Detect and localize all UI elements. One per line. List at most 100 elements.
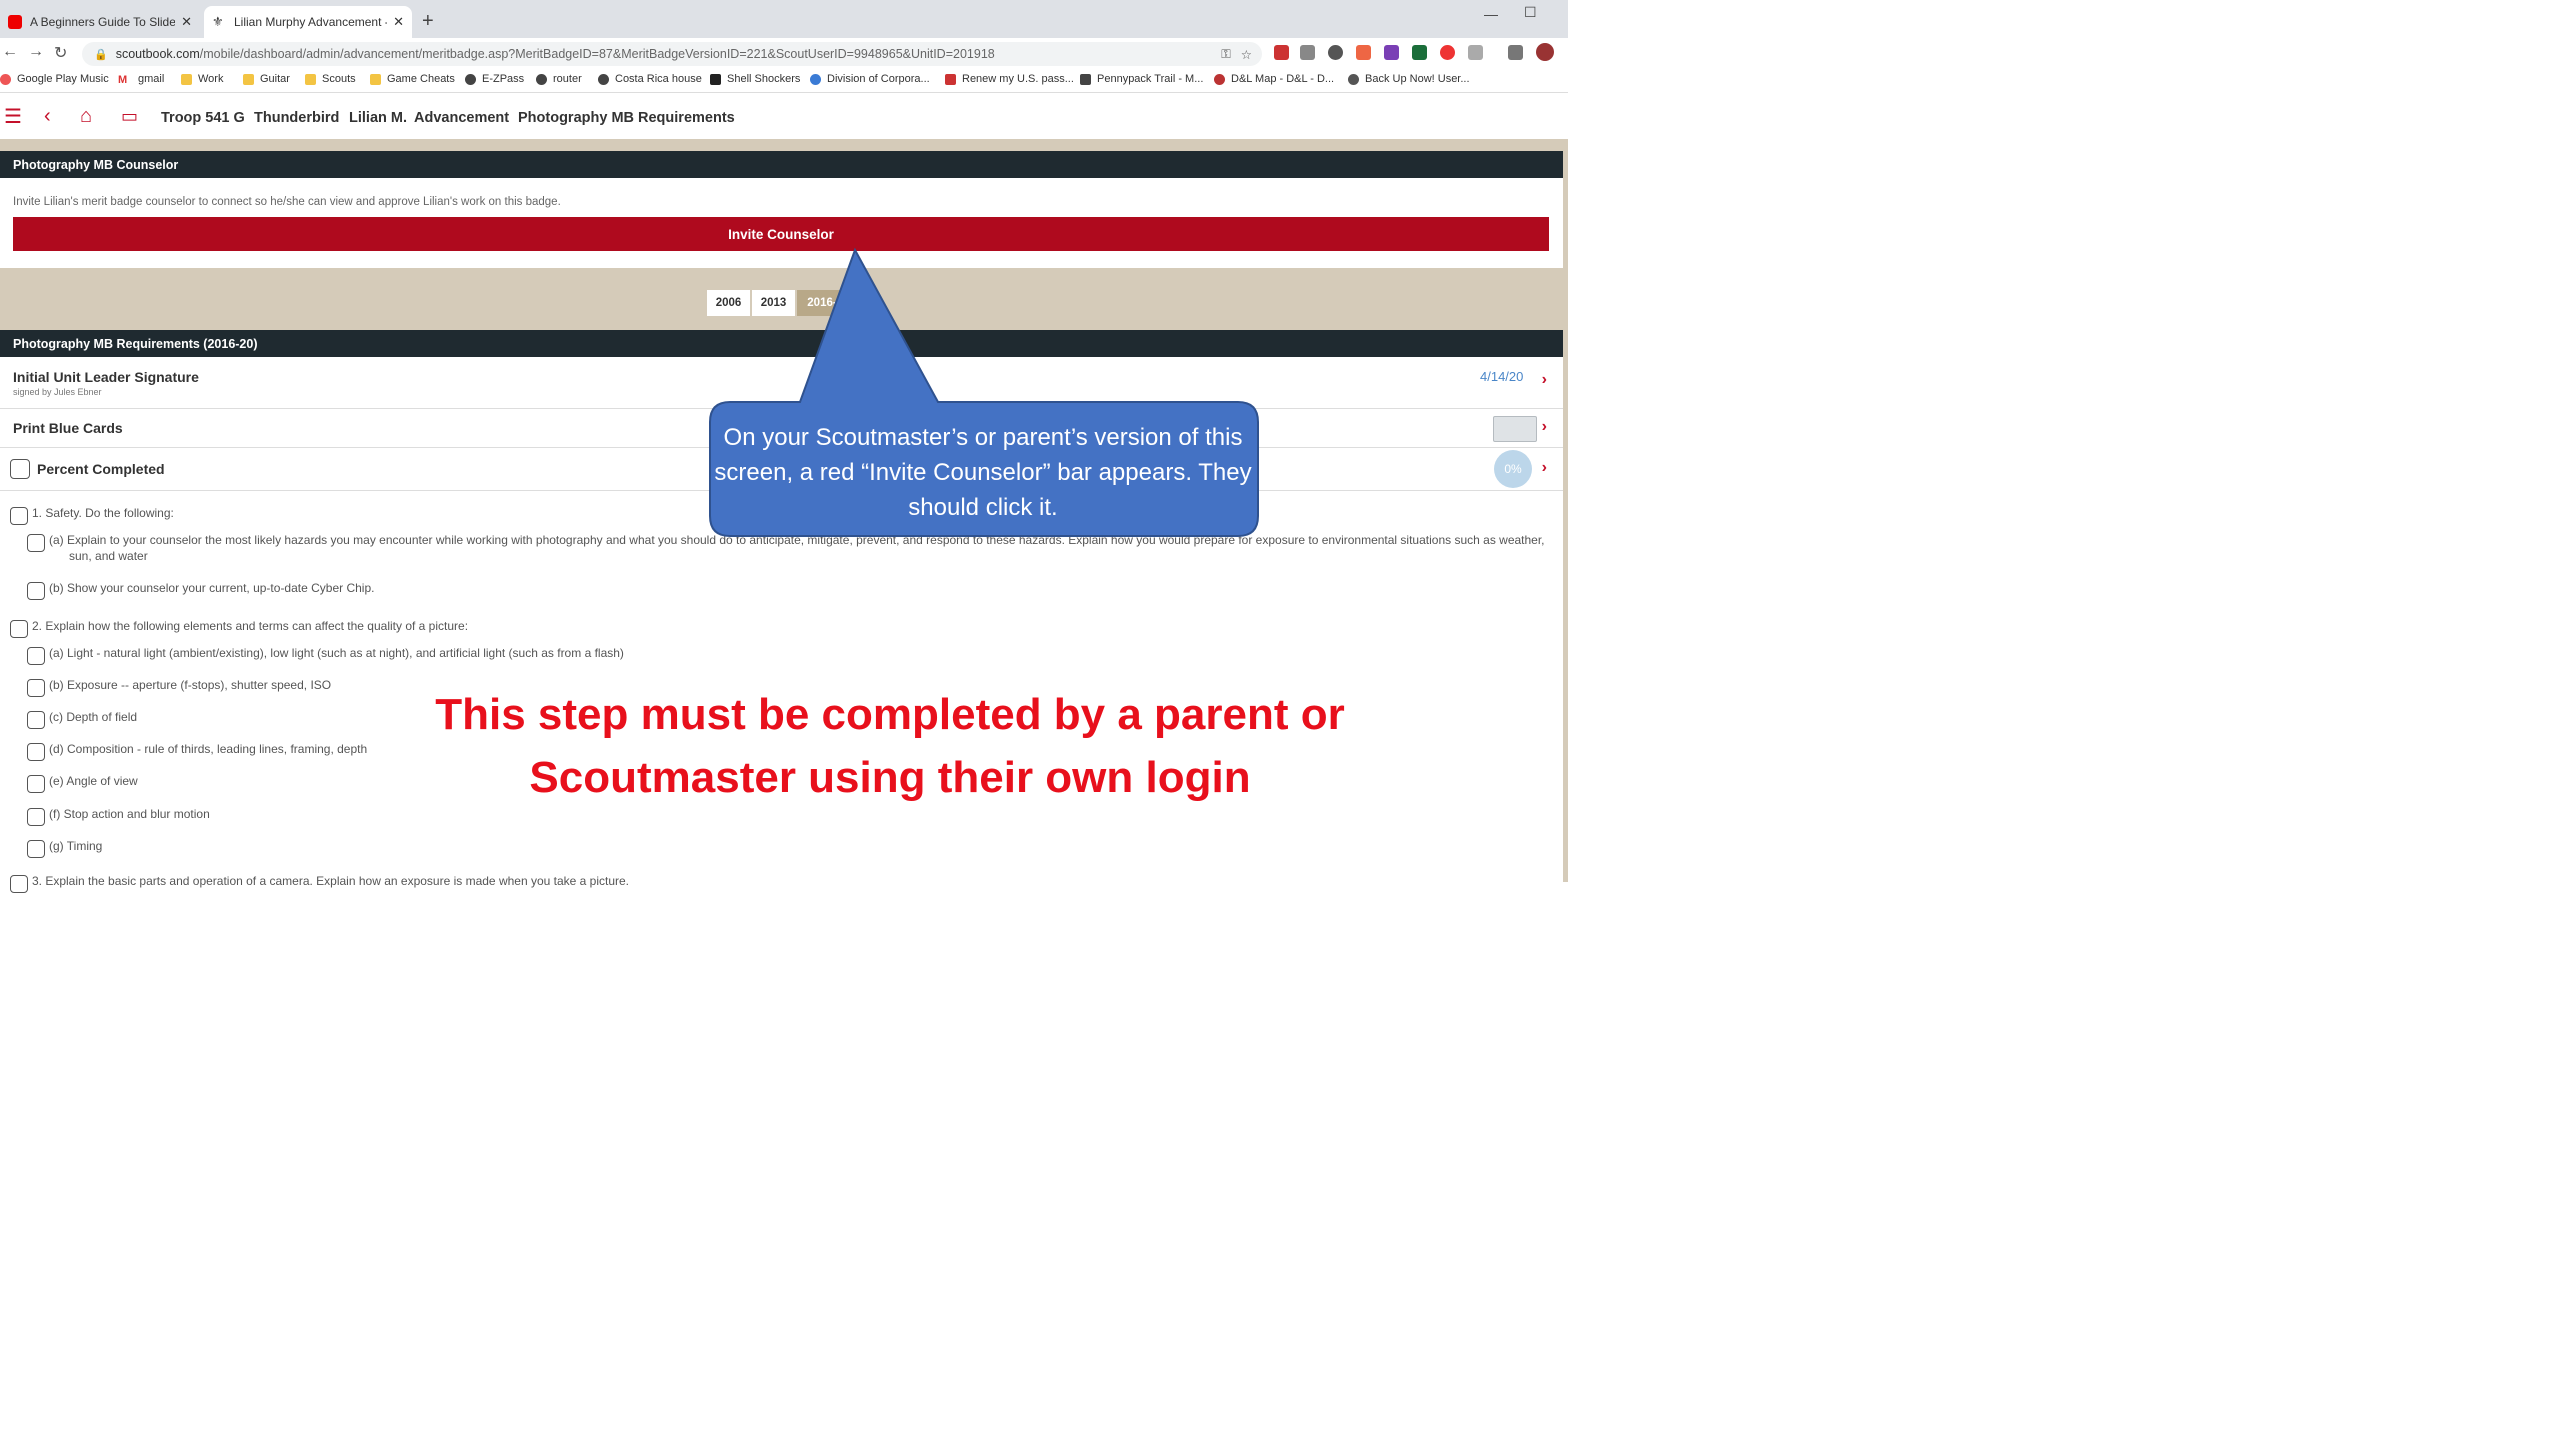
requirement-checkbox[interactable] (10, 507, 28, 525)
url-host: scoutbook.com (115, 47, 200, 61)
new-tab-button[interactable]: + (422, 10, 434, 33)
bookmark-item[interactable]: Back Up Now! User... (1348, 73, 1470, 85)
bookmark-item[interactable]: Shell Shockers (710, 73, 800, 85)
requirement-text: 1. Safety. Do the following: (32, 506, 174, 520)
requirement-checkbox[interactable] (10, 620, 28, 638)
bookmark-item[interactable]: D&L Map - D&L - D... (1214, 73, 1334, 85)
signature-row[interactable]: Initial Unit Leader Signature signed by … (0, 357, 1563, 409)
bookmarks-bar: Google Play Music Mgmail Work Guitar Sco… (0, 68, 1568, 93)
extension-icon[interactable] (1328, 45, 1343, 60)
version-tab-2013[interactable]: 2013 (752, 290, 795, 316)
counselor-section-header: Photography MB Counselor (0, 151, 1563, 178)
browser-toolbar: ← → ↻ 🔒 scoutbook.com/mobile/dashboard/a… (0, 38, 1568, 68)
requirement-text: (e) Angle of view (49, 774, 138, 788)
reload-icon[interactable]: ↻ (54, 43, 67, 63)
chevron-right-icon[interactable]: › (1542, 418, 1547, 436)
percent-checkbox[interactable] (10, 459, 30, 479)
bookmark-item[interactable]: Division of Corpora... (810, 73, 930, 85)
bookmark-item[interactable]: E-ZPass (465, 73, 524, 85)
youtube-icon (8, 15, 22, 29)
bookmark-item[interactable]: Mgmail (118, 73, 164, 86)
requirement-checkbox[interactable] (27, 582, 45, 600)
requirement-text: (b) Exposure -- aperture (f-stops), shut… (49, 678, 332, 692)
invite-counselor-button[interactable]: Invite Counselor (13, 217, 1549, 251)
requirement-text: (b) Show your counselor your current, up… (49, 581, 375, 595)
close-tab-icon[interactable]: ✕ (393, 14, 404, 30)
blue-card-icon (1493, 416, 1537, 442)
breadcrumb-advancement[interactable]: Advancement (414, 110, 509, 126)
extension-icon[interactable] (1274, 45, 1289, 60)
invite-description: Invite Lilian's merit badge counselor to… (13, 196, 561, 208)
chevron-right-icon[interactable]: › (1542, 371, 1547, 389)
requirement-text: (a) Explain to your counselor the most l… (49, 533, 1545, 563)
tab-title: Lilian Murphy Advancement - Ph (234, 15, 387, 29)
requirement-checkbox[interactable] (27, 808, 45, 826)
requirement-text: 3. Explain the basic parts and operation… (32, 874, 630, 888)
breadcrumb-patrol[interactable]: Thunderbird (254, 110, 339, 126)
extension-icon[interactable] (1468, 45, 1483, 60)
bookmark-item[interactable]: Game Cheats (370, 73, 455, 85)
requirement-checkbox[interactable] (10, 875, 28, 893)
bookmark-item[interactable]: Renew my U.S. pass... (945, 73, 1074, 85)
chevron-right-icon[interactable]: › (1542, 459, 1547, 477)
version-tab-2016[interactable]: 2016- (797, 290, 847, 316)
bookmark-item[interactable]: Work (181, 73, 223, 85)
extension-icon[interactable] (1440, 45, 1455, 60)
breadcrumb-troop[interactable]: Troop 541 G (161, 110, 245, 126)
bookmark-item[interactable]: Guitar (243, 73, 290, 85)
signature-title: Initial Unit Leader Signature (13, 369, 199, 385)
requirement-checkbox[interactable] (27, 775, 45, 793)
version-tab-2006[interactable]: 2006 (707, 290, 750, 316)
bookmark-item[interactable]: Costa Rica house (598, 73, 702, 85)
cast-icon[interactable] (1508, 45, 1523, 60)
browser-tab-strip: A Beginners Guide To Slide Guitar ✕ ⚜ Li… (0, 0, 1568, 38)
requirement-text: (a) Light - natural light (ambient/exist… (49, 646, 624, 660)
bookmark-item[interactable]: Scouts (305, 73, 356, 85)
address-bar[interactable]: 🔒 scoutbook.com/mobile/dashboard/admin/a… (82, 42, 1262, 66)
requirements-section-header: Photography MB Requirements (2016-20) (0, 330, 1563, 357)
url-path: /mobile/dashboard/admin/advancement/meri… (199, 47, 995, 61)
bookmark-item[interactable]: Google Play Music (0, 73, 109, 85)
requirement-text: (d) Composition - rule of thirds, leadin… (49, 742, 368, 756)
extension-icon[interactable] (1412, 45, 1427, 60)
avatar[interactable] (1536, 43, 1554, 61)
requirement-checkbox[interactable] (27, 647, 45, 665)
star-icon[interactable]: ☆ (1241, 47, 1252, 62)
extension-icon[interactable] (1356, 45, 1371, 60)
extension-icon[interactable] (1300, 45, 1315, 60)
breadcrumb-requirements: Photography MB Requirements (518, 110, 735, 126)
bookmark-item[interactable]: Pennypack Trail - M... (1080, 73, 1203, 85)
requirement-text: (f) Stop action and blur motion (49, 807, 210, 821)
requirement-text: 2. Explain how the following elements an… (32, 619, 469, 633)
requirement-checkbox[interactable] (27, 679, 45, 697)
home-icon[interactable]: ⌂ (80, 105, 92, 128)
browser-tab-youtube[interactable]: A Beginners Guide To Slide Guitar ✕ (0, 6, 200, 38)
requirement-checkbox[interactable] (27, 534, 45, 552)
back-chevron-icon[interactable]: ‹ (44, 105, 51, 128)
close-tab-icon[interactable]: ✕ (181, 14, 192, 30)
forward-arrow-icon[interactable]: → (28, 43, 44, 61)
browser-tab-scoutbook[interactable]: ⚜ Lilian Murphy Advancement - Ph ✕ (204, 6, 412, 38)
maximize-icon[interactable]: ☐ (1524, 4, 1537, 21)
percent-progress-circle: 0% (1494, 450, 1532, 488)
requirement-checkbox[interactable] (27, 711, 45, 729)
requirement-checkbox[interactable] (27, 840, 45, 858)
signature-date: 4/14/20 (1480, 369, 1524, 384)
hamburger-menu-icon[interactable]: ☰ (4, 104, 22, 129)
requirement-text: (g) Timing (49, 839, 103, 853)
app-header: ☰ ‹ ⌂ ▭ Troop 541 G Thunderbird Lilian M… (0, 97, 1568, 139)
back-arrow-icon[interactable]: ← (2, 43, 18, 61)
print-blue-cards-title: Print Blue Cards (13, 420, 123, 436)
tab-title: A Beginners Guide To Slide Guitar (30, 15, 176, 29)
onenote-icon[interactable] (1384, 45, 1399, 60)
bookmark-item[interactable]: router (536, 73, 582, 85)
scout-fleur-icon: ⚜ (212, 14, 224, 29)
percent-completed-title: Percent Completed (37, 461, 165, 477)
callout-text: On your Scoutmaster’s or parent’s versio… (714, 424, 1252, 521)
calendar-icon[interactable]: ▭ (121, 106, 138, 127)
key-icon[interactable]: ⚿ (1221, 47, 1231, 62)
breadcrumb-scout[interactable]: Lilian M. (349, 110, 407, 126)
requirement-text: (c) Depth of field (49, 710, 138, 724)
requirement-checkbox[interactable] (27, 743, 45, 761)
minimize-icon[interactable]: — (1484, 6, 1498, 22)
